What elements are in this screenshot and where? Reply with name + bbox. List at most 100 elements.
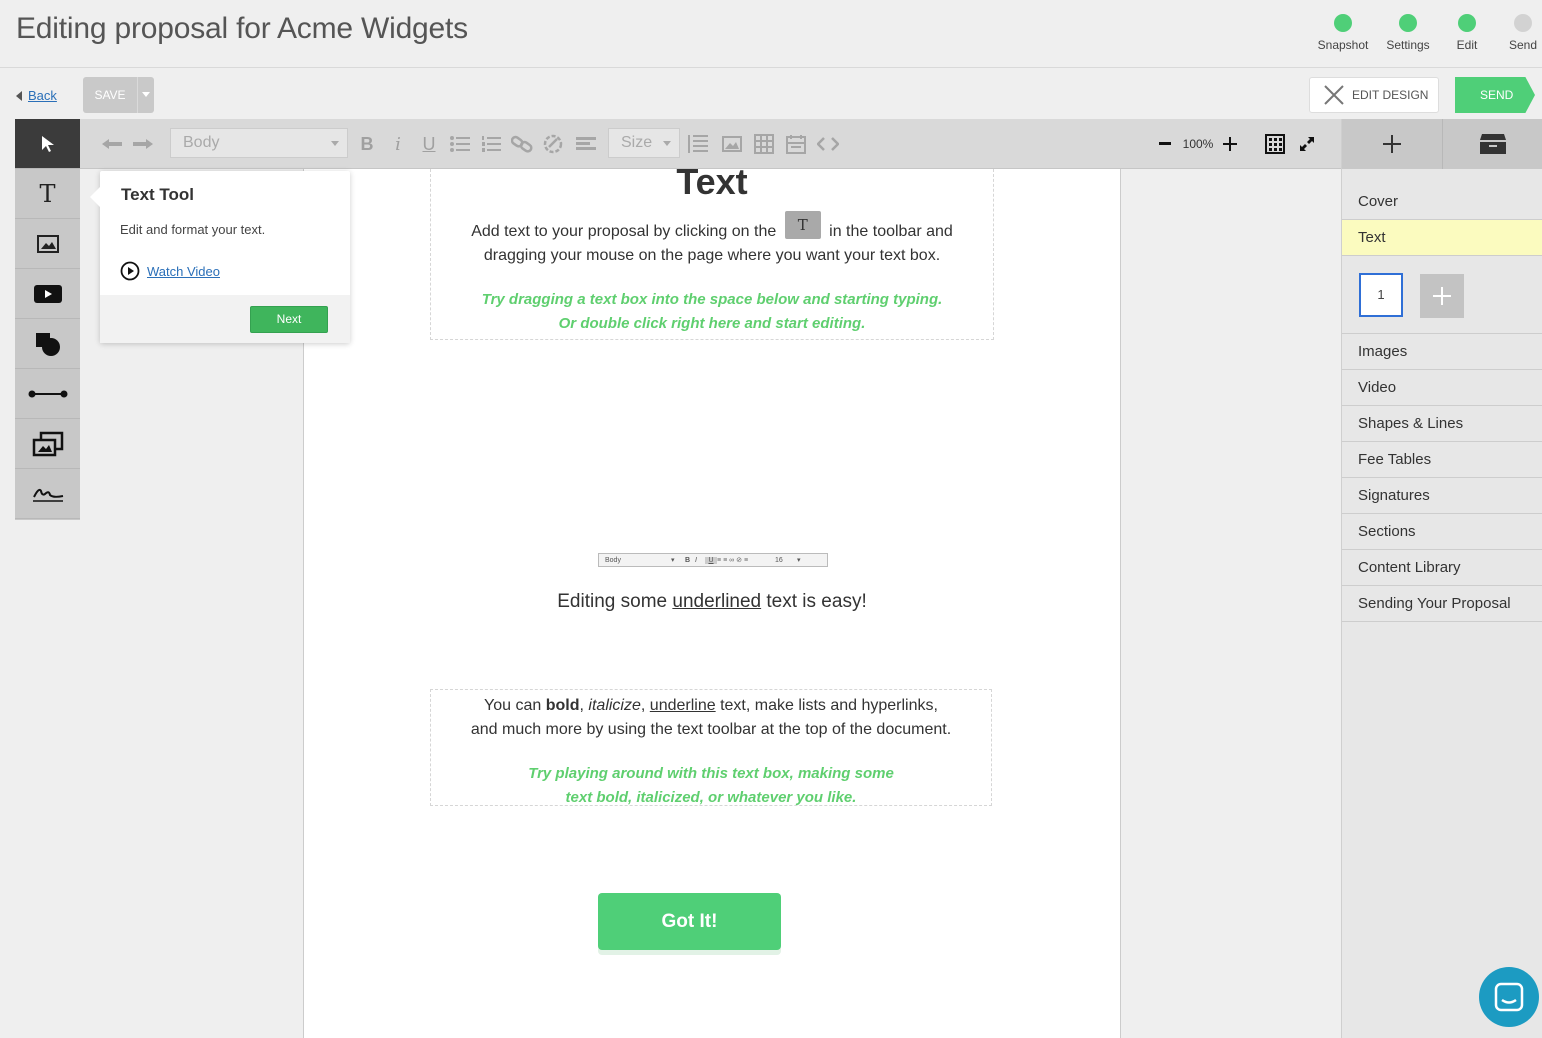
section-item-shapes-lines[interactable]: Shapes & Lines: [1342, 406, 1542, 442]
popover-body: Edit and format your text.: [120, 222, 266, 237]
practice-text-box[interactable]: You can bold, italicize, underline text,…: [430, 689, 992, 806]
chevron-down-icon: [142, 92, 150, 97]
tip-text: Try playing around with this text box, m…: [431, 762, 991, 810]
plus-icon: [1383, 135, 1401, 153]
save-dropdown-button[interactable]: [138, 77, 154, 113]
text-style-select[interactable]: Body: [170, 128, 348, 158]
mini-bold-icon: B: [685, 556, 691, 564]
edit-design-button[interactable]: EDIT DESIGN: [1309, 77, 1439, 113]
next-button[interactable]: Next: [250, 306, 328, 333]
bold-icon: B: [360, 133, 374, 154]
video-icon: [33, 284, 62, 303]
popover-title: Text Tool: [121, 185, 195, 204]
undo-icon: [102, 139, 122, 149]
mini-style-value: Body: [605, 556, 621, 564]
signature-icon: [32, 488, 63, 502]
save-button[interactable]: SAVE: [83, 77, 138, 113]
mini-toolbar-illustration: Body ▾ B I U ≡≡∞⊘≡ 16 ▾: [598, 553, 828, 567]
page-thumbnail[interactable]: 1: [1359, 273, 1403, 317]
section-item-content-library[interactable]: Content Library: [1342, 550, 1542, 586]
shapes-icon: [35, 332, 60, 356]
section-item-video[interactable]: Video: [1342, 370, 1542, 406]
underline-demo-text: Editing some underlined text is easy!: [304, 591, 1120, 613]
step-complete-dot: [1458, 14, 1476, 32]
panel-tabs: [1342, 119, 1542, 169]
bold-word: bold: [545, 697, 580, 714]
image-tool[interactable]: [15, 219, 80, 269]
punctuation: ,: [640, 697, 646, 714]
demo-text: text is easy!: [766, 591, 867, 612]
tip-line: Try playing around with this text box, m…: [528, 765, 894, 782]
step-label: Snapshot: [1317, 38, 1369, 52]
chevron-down-icon: [331, 141, 339, 146]
undo-button[interactable]: [100, 119, 124, 169]
fullscreen-button[interactable]: [1295, 119, 1319, 169]
redo-button[interactable]: [131, 119, 155, 169]
tip-line: Try dragging a text box into the space b…: [481, 291, 943, 308]
step-snapshot[interactable]: Snapshot: [1311, 14, 1375, 52]
video-tool[interactable]: [15, 269, 80, 319]
pointer-tool[interactable]: [15, 119, 80, 169]
zoom-out-button[interactable]: [1155, 119, 1175, 169]
intro-text-box[interactable]: Text Add text to your proposal by clicki…: [430, 161, 994, 340]
section-item-cover[interactable]: Cover: [1342, 184, 1542, 220]
edit-design-label: EDIT DESIGN: [1352, 88, 1429, 102]
send-button[interactable]: SEND: [1455, 77, 1535, 113]
bold-button[interactable]: B: [356, 119, 378, 169]
library-tab[interactable]: [1443, 119, 1542, 169]
italic-button[interactable]: i: [387, 119, 409, 169]
section-item-signatures[interactable]: Signatures: [1342, 478, 1542, 514]
text-tool-icon: T: [39, 179, 56, 208]
intro-text: Add text to your proposal by clicking on…: [471, 223, 777, 240]
section-item-text-selected[interactable]: Text: [1342, 220, 1542, 256]
section-item-sending-your-proposal[interactable]: Sending Your Proposal: [1342, 586, 1542, 622]
plus-icon: [1223, 137, 1237, 151]
italic-word: italicize: [588, 697, 641, 714]
grid-toggle-button[interactable]: [1263, 119, 1287, 169]
section-item-images[interactable]: Images: [1342, 334, 1542, 370]
section-item-sections[interactable]: Sections: [1342, 514, 1542, 550]
tip-text: Try dragging a text box into the space b…: [431, 288, 993, 336]
step-edit[interactable]: Edit: [1435, 14, 1499, 52]
fee-table-icon: [786, 135, 806, 154]
table-icon: [754, 134, 774, 154]
mini-chevron-icon: ▾: [671, 557, 675, 564]
got-it-button[interactable]: Got It!: [598, 893, 781, 950]
tip-line: Or double click right here and start edi…: [558, 315, 866, 332]
practice-text: and much more by using the text toolbar …: [470, 721, 952, 738]
page-thumbnails: 1: [1342, 257, 1542, 334]
line-tool[interactable]: [15, 369, 80, 419]
font-size-value: Size: [621, 134, 653, 151]
watch-video-link[interactable]: Watch Video: [120, 261, 220, 281]
step-label: Edit: [1456, 38, 1478, 52]
practice-text: You can: [484, 697, 542, 714]
step-complete-dot: [1334, 14, 1352, 32]
signature-tool[interactable]: [15, 469, 80, 519]
add-page-button[interactable]: [1420, 274, 1464, 318]
shapes-tool[interactable]: [15, 319, 80, 369]
step-settings[interactable]: Settings: [1376, 14, 1440, 52]
step-incomplete-dot: [1514, 14, 1532, 32]
chat-launcher-button[interactable]: [1479, 967, 1539, 1027]
design-tools-icon: [1324, 85, 1344, 105]
text-tool[interactable]: T: [15, 169, 80, 219]
image-icon: [722, 136, 742, 152]
play-circle-icon: [120, 261, 140, 281]
intro-text: in the toolbar and: [829, 223, 953, 240]
back-link[interactable]: Back: [16, 88, 57, 103]
save-button-group: SAVE: [83, 77, 154, 113]
font-size-select[interactable]: Size: [608, 128, 680, 158]
add-section-tab[interactable]: [1342, 119, 1443, 169]
step-send[interactable]: Send: [1491, 14, 1542, 52]
section-item-fee-tables[interactable]: Fee Tables: [1342, 442, 1542, 478]
app-header: Editing proposal for Acme Widgets Snapsh…: [0, 0, 1542, 68]
punctuation: ,: [579, 697, 584, 714]
zoom-in-button[interactable]: [1220, 119, 1240, 169]
archive-box-icon: [1480, 134, 1506, 154]
mini-format-icons: ≡≡∞⊘≡: [717, 557, 751, 564]
back-label: Back: [28, 88, 57, 103]
practice-text: text, make lists and hyperlinks,: [720, 697, 938, 714]
pointer-icon: [41, 135, 54, 152]
gallery-tool[interactable]: [15, 419, 80, 469]
unlink-icon: [543, 134, 563, 154]
